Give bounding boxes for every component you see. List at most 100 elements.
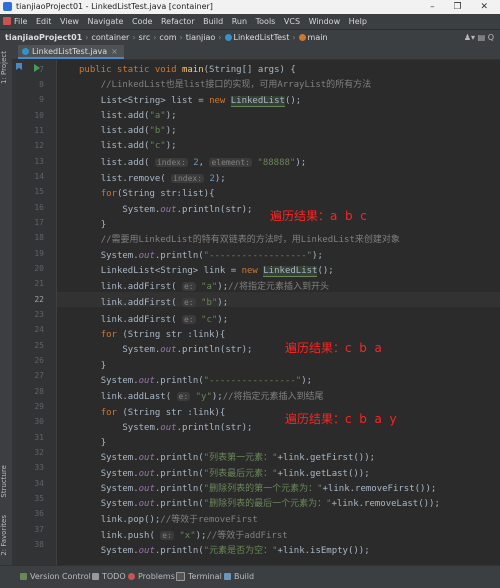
string-literal: "c" bbox=[195, 314, 218, 325]
code-token: ); bbox=[195, 530, 207, 541]
code-token: System. bbox=[100, 204, 161, 215]
code-token: System. bbox=[100, 422, 161, 433]
code-token: list.add( bbox=[100, 110, 150, 121]
window-controls[interactable]: – ❐ ✕ bbox=[430, 0, 496, 14]
code-line-36: link.pop();//等效于removeFirst bbox=[79, 515, 258, 525]
annotation-result-abc: 遍历结果：a b c bbox=[270, 209, 367, 223]
parameter-hint: element: bbox=[209, 157, 252, 167]
static-field: out bbox=[138, 546, 155, 557]
menu-run[interactable]: Run bbox=[232, 17, 247, 26]
code-token: link.push( bbox=[100, 530, 161, 541]
code-line-26: } bbox=[79, 361, 106, 371]
string-literal: "元素是否为空：" bbox=[203, 546, 278, 557]
line-number: 38 bbox=[34, 540, 44, 549]
menu-tools[interactable]: Tools bbox=[256, 17, 276, 26]
code-line-32: System.out.println("列表第一元素："+link.getFir… bbox=[79, 453, 375, 463]
structure-tool-button[interactable]: Structure bbox=[0, 465, 12, 498]
keyword: for bbox=[100, 330, 123, 341]
menu-navigate[interactable]: Navigate bbox=[88, 17, 124, 26]
close-icon[interactable]: × bbox=[111, 47, 118, 56]
build-tool[interactable]: Build bbox=[224, 566, 254, 588]
todo-icon bbox=[92, 573, 99, 580]
code-token: System. bbox=[100, 499, 139, 510]
keyword: for bbox=[100, 189, 117, 200]
parameter-hint: e: bbox=[176, 392, 191, 402]
code-token: +link.removeFirst()); bbox=[322, 484, 437, 495]
breadcrumb-package-tianjiao[interactable]: tianjiao bbox=[186, 33, 216, 42]
breadcrumb: tianjiaoProject01 › container › src › com › tian… bbox=[5, 30, 328, 46]
menu-vcs[interactable]: VCS bbox=[284, 17, 300, 26]
code-token: System. bbox=[100, 484, 139, 495]
menu-file[interactable]: File bbox=[14, 17, 27, 26]
code-token: list.add( bbox=[100, 157, 155, 168]
breadcrumb-method[interactable]: main bbox=[308, 33, 328, 42]
menu-build[interactable]: Build bbox=[203, 17, 223, 26]
highlighted-class: LinkedList bbox=[263, 265, 318, 277]
breadcrumb-src[interactable]: src bbox=[139, 33, 151, 42]
menu-view[interactable]: View bbox=[60, 17, 79, 26]
line-number: 34 bbox=[34, 479, 44, 488]
menu-edit[interactable]: Edit bbox=[36, 17, 52, 26]
problems-icon bbox=[128, 573, 135, 580]
code-token: ); bbox=[165, 126, 177, 137]
comment: //将指定元素插入到开头 bbox=[228, 282, 329, 293]
code-token: (); bbox=[284, 95, 302, 106]
breadcrumb-project[interactable]: tianjiaoProject01 bbox=[5, 33, 82, 42]
menu-help[interactable]: Help bbox=[349, 17, 367, 26]
line-number: 15 bbox=[34, 187, 44, 196]
tab-linkedlisttest[interactable]: LinkedListTest.java × bbox=[18, 45, 124, 59]
line-number: 11 bbox=[34, 126, 44, 135]
code-token: .println( bbox=[154, 546, 204, 557]
comment: //需要用LinkedList的特有双链表的方法时，用LinkedList来创建… bbox=[100, 235, 400, 246]
method-name: main bbox=[181, 65, 204, 75]
breadcrumb-separator: › bbox=[179, 33, 183, 42]
code-token: ); bbox=[217, 282, 229, 293]
menu-refactor[interactable]: Refactor bbox=[161, 17, 195, 26]
code-token: link.pop(); bbox=[100, 514, 161, 525]
code-token: .println( bbox=[154, 484, 204, 495]
code-line-19: System.out.println("------------------")… bbox=[79, 251, 323, 261]
code-text: public static void main(String[] args) {… bbox=[79, 63, 440, 560]
code-token: (); bbox=[317, 265, 334, 276]
code-token: } bbox=[100, 360, 107, 371]
line-number: 31 bbox=[34, 433, 44, 442]
navbar-actions[interactable]: ♟▾ ▤ Q bbox=[464, 30, 494, 46]
breadcrumb-separator: › bbox=[132, 33, 136, 42]
code-token: list.remove( bbox=[100, 174, 172, 185]
code-line-33: System.out.println("列表最后元素："+link.getLas… bbox=[79, 469, 370, 479]
menu-window[interactable]: Window bbox=[309, 17, 341, 26]
code-line-27: System.out.println("----------------"); bbox=[79, 376, 312, 386]
problems-tool[interactable]: Problems bbox=[128, 566, 175, 588]
breadcrumb-module[interactable]: container bbox=[91, 33, 129, 42]
breadcrumb-package-com[interactable]: com bbox=[159, 33, 176, 42]
code-token: .println(str); bbox=[176, 422, 253, 433]
code-token: ); bbox=[217, 314, 229, 325]
line-number: 19 bbox=[34, 249, 44, 258]
code-token: System. bbox=[100, 546, 139, 557]
breadcrumb-separator: › bbox=[85, 33, 89, 42]
string-literal: "x" bbox=[173, 530, 196, 541]
line-number: 24 bbox=[34, 325, 44, 334]
todo-tool[interactable]: TODO bbox=[92, 566, 126, 588]
code-line-17: } bbox=[79, 220, 106, 230]
menu-code[interactable]: Code bbox=[132, 17, 152, 26]
code-line-22: link.addFirst( e: "b"); bbox=[79, 298, 228, 308]
string-literal: "------------------" bbox=[203, 250, 313, 261]
code-line-13: list.add( index: 2, element: "88888"); bbox=[79, 157, 306, 168]
project-tool-button[interactable]: 1: Project bbox=[0, 51, 12, 84]
breadcrumb-class[interactable]: LinkedListTest bbox=[234, 33, 290, 42]
window-title: tianjiaoProject01 - LinkedListTest.java … bbox=[16, 2, 213, 11]
favorites-tool-button[interactable]: 2: Favorites bbox=[0, 515, 12, 556]
parameter-hint: index: bbox=[154, 157, 188, 167]
terminal-tool[interactable]: Terminal bbox=[176, 566, 222, 588]
line-number: 21 bbox=[34, 279, 44, 288]
line-number: 32 bbox=[34, 448, 44, 457]
code-line-14: list.remove( index: 2); bbox=[79, 174, 226, 184]
code-token: (String str :link){ bbox=[122, 330, 226, 341]
code-line-21: link.addFirst( e: "a");//将指定元素插入到开头 bbox=[79, 282, 329, 292]
code-editor[interactable]: public static void main(String[] args) {… bbox=[57, 60, 500, 565]
code-line-11: list.add("b"); bbox=[79, 126, 177, 136]
version-control-tool[interactable]: Version Control bbox=[20, 566, 91, 588]
breadcrumb-separator: › bbox=[153, 33, 157, 42]
run-gutter-icon[interactable] bbox=[34, 64, 40, 72]
